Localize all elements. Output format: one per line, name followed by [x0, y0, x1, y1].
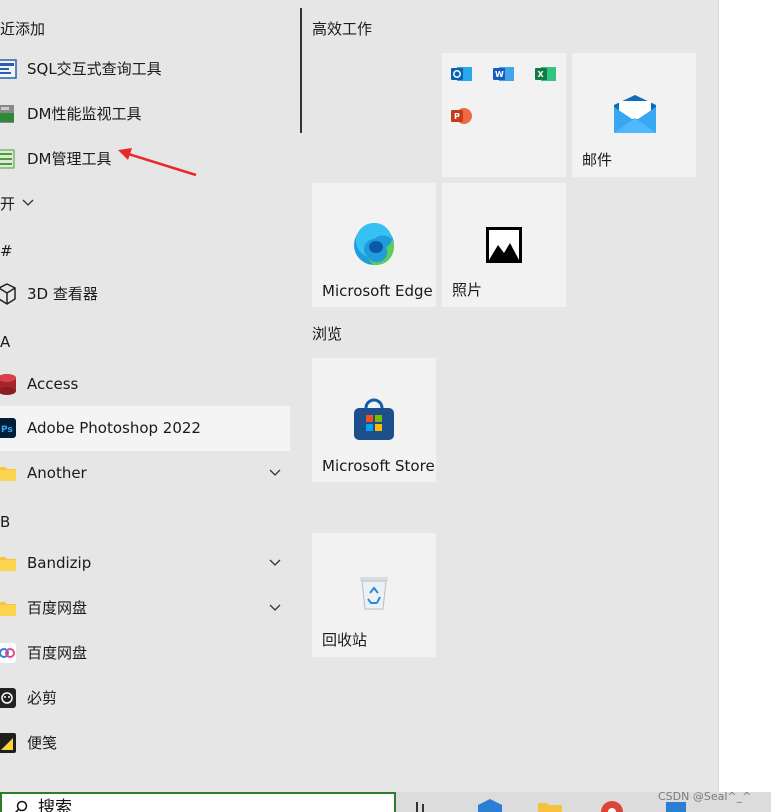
chevron-down-icon[interactable]	[268, 465, 282, 479]
app-label: 便笺	[27, 734, 58, 752]
app-item-bijian[interactable]: 必剪	[0, 676, 290, 721]
desktop-background	[718, 0, 771, 792]
app-label: 3D 查看器	[27, 285, 98, 303]
recycle-bin-icon	[360, 577, 388, 610]
group-letter-a[interactable]: A	[0, 333, 10, 351]
outlook-icon[interactable]	[451, 65, 473, 83]
search-input[interactable]: 搜索	[38, 798, 72, 812]
app-item-bandizip-folder[interactable]: Bandizip	[0, 541, 290, 586]
chrome-icon[interactable]	[600, 799, 624, 812]
powerpoint-icon[interactable]: P	[451, 107, 473, 125]
tile-photos[interactable]: 照片	[442, 183, 566, 307]
app-list: 近添加 SQL交互式查询工具 DM性能监视工具 DM管理工具 开 # 3D 查看…	[0, 0, 300, 792]
bijian-icon	[0, 688, 16, 708]
tile-label: 邮件	[582, 151, 613, 169]
folder-icon	[0, 557, 16, 571]
app-item-photoshop[interactable]: Ps Adobe Photoshop 2022	[0, 406, 290, 451]
tile-label: Microsoft Store	[322, 457, 435, 475]
app-item-sql-tool[interactable]: SQL交互式查询工具	[0, 47, 290, 92]
tile-label: 回收站	[322, 631, 368, 649]
tile-group-title-productivity[interactable]: 高效工作	[312, 18, 372, 39]
recent-header: 近添加	[0, 20, 46, 38]
sql-tool-icon	[0, 59, 17, 79]
sticky-notes-icon	[0, 733, 16, 753]
excel-icon[interactable]: X	[535, 65, 557, 83]
mail-taskbar-icon[interactable]	[478, 799, 502, 812]
tile-mail[interactable]: 邮件	[572, 53, 696, 177]
search-box[interactable]: 搜索	[0, 792, 396, 812]
svg-text:W: W	[495, 70, 504, 79]
mail-icon	[614, 95, 656, 133]
svg-text:P: P	[454, 112, 460, 121]
tile-edge[interactable]: Microsoft Edge	[312, 183, 436, 307]
svg-text:X: X	[538, 70, 545, 79]
annotation-arrow-icon	[118, 148, 197, 177]
folder-icon	[0, 602, 16, 616]
app-item-3d-viewer[interactable]: 3D 查看器	[0, 272, 290, 317]
app-label: Another	[27, 464, 87, 482]
app-label: DM管理工具	[27, 150, 112, 168]
app-label: Access	[27, 375, 79, 393]
start-menu: 近添加 SQL交互式查询工具 DM性能监视工具 DM管理工具 开 # 3D 查看…	[0, 0, 718, 792]
edge-icon	[354, 223, 394, 266]
photos-icon	[486, 227, 522, 263]
folder-icon	[0, 467, 16, 481]
chevron-down-icon[interactable]	[268, 600, 282, 614]
expand-button[interactable]: 开	[0, 193, 15, 214]
access-icon	[0, 374, 16, 395]
photoshop-icon: Ps	[0, 418, 16, 438]
app-item-baidu-netdisk[interactable]: 百度网盘	[0, 631, 290, 676]
tile-microsoft-store[interactable]: Microsoft Store	[312, 358, 436, 482]
dm-admin-icon	[0, 149, 15, 169]
tile-recycle-bin[interactable]: 回收站	[312, 533, 436, 657]
tile-office-apps[interactable]: W X P	[442, 53, 566, 177]
app-item-sticky-notes[interactable]: 便笺	[0, 721, 290, 766]
group-letter-b[interactable]: B	[0, 513, 10, 531]
app-label: 百度网盘	[27, 599, 88, 617]
app-label: 百度网盘	[27, 644, 88, 662]
group-letter-hash[interactable]: #	[0, 242, 13, 260]
app-label: 必剪	[27, 689, 58, 707]
tile-label: Microsoft Edge	[322, 282, 433, 300]
dm-monitor-icon	[0, 105, 14, 123]
baidu-netdisk-icon	[0, 643, 16, 663]
file-explorer-icon[interactable]	[538, 799, 562, 812]
watermark: CSDN @Seal^_^	[658, 790, 752, 803]
divider	[300, 8, 302, 133]
app-label: Bandizip	[27, 554, 92, 572]
store-icon	[354, 398, 394, 440]
search-icon	[14, 800, 28, 812]
tile-label: 照片	[452, 281, 483, 299]
chevron-down-icon	[22, 199, 34, 206]
app-item-baidu-folder[interactable]: 百度网盘	[0, 586, 290, 631]
app-label: DM性能监视工具	[27, 105, 142, 123]
app-label: SQL交互式查询工具	[27, 60, 162, 78]
word-icon[interactable]: W	[493, 65, 515, 83]
tile-group-title-browse[interactable]: 浏览	[312, 323, 342, 344]
app-item-access[interactable]: Access	[0, 362, 290, 407]
app-item-another-folder[interactable]: Another	[0, 451, 290, 496]
chevron-down-icon[interactable]	[268, 555, 282, 569]
task-view-icon[interactable]	[412, 799, 440, 812]
svg-text:Ps: Ps	[1, 425, 13, 435]
cube-3d-icon	[0, 283, 16, 305]
app-item-dm-monitor[interactable]: DM性能监视工具	[0, 92, 290, 137]
app-label: Adobe Photoshop 2022	[27, 419, 201, 437]
